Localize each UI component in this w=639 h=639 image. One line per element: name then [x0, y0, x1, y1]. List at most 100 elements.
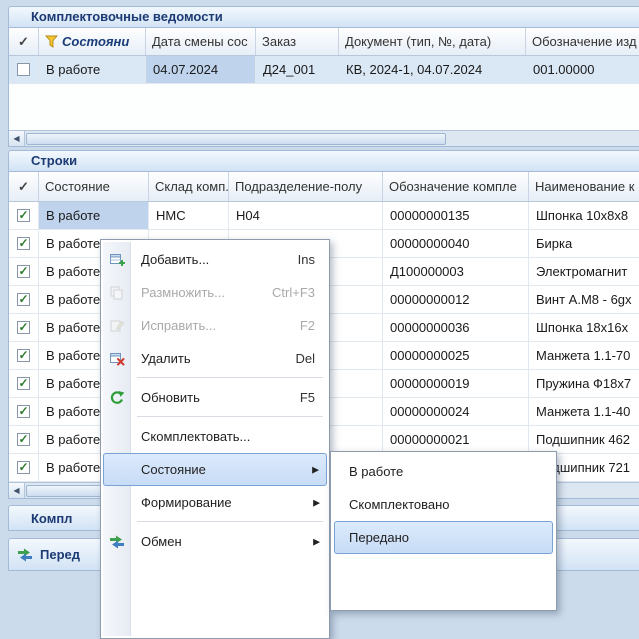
- column-header-designation[interactable]: Обозначение изд: [526, 28, 639, 55]
- menu-item-label: Передано: [349, 530, 409, 545]
- row-select-cell: ✓: [9, 342, 39, 370]
- column-header-order[interactable]: Заказ: [256, 28, 339, 55]
- select-all-column-header[interactable]: ✓: [9, 28, 39, 55]
- exchange-icon: [109, 534, 125, 550]
- state-submenu: В работе Скомплектовано Передано: [330, 451, 557, 611]
- check-icon: ✓: [18, 237, 28, 249]
- cell-designation[interactable]: 00000000024: [383, 398, 529, 426]
- menu-item-duplicate: Размножить... Ctrl+F3: [103, 276, 327, 309]
- cell-designation[interactable]: 00000000040: [383, 230, 529, 258]
- panel-header-vedomosti[interactable]: Комплектовочные ведомости: [8, 6, 639, 28]
- vedomosti-horizontal-scrollbar[interactable]: ◀: [9, 130, 639, 146]
- column-header-label: Состояние: [45, 179, 110, 194]
- menu-item-refresh[interactable]: Обновить F5: [103, 381, 327, 414]
- submenu-item-v-rabote[interactable]: В работе: [334, 455, 553, 488]
- row-checkbox-checked[interactable]: ✓: [17, 237, 30, 250]
- cell-name[interactable]: Винт А.М8 - 6gх: [529, 286, 639, 314]
- menu-separator: [137, 416, 323, 417]
- column-header-document[interactable]: Документ (тип, №, дата): [339, 28, 526, 55]
- row-select-cell: ✓: [9, 314, 39, 342]
- cell-name[interactable]: Манжета 1.1-70: [529, 342, 639, 370]
- row-select-cell: [9, 56, 39, 84]
- cell-name[interactable]: Шпонка 18x16x: [529, 314, 639, 342]
- cell-name[interactable]: Электромагнит: [529, 258, 639, 286]
- menu-item-shortcut: Del: [295, 351, 315, 366]
- cell-document[interactable]: КВ, 2024-1, 04.07.2024: [339, 56, 526, 84]
- menu-item-label: Удалить: [141, 351, 191, 366]
- row-checkbox-checked[interactable]: ✓: [17, 265, 30, 278]
- submenu-item-peredano[interactable]: Передано: [334, 521, 553, 554]
- row-checkbox-checked[interactable]: ✓: [17, 405, 30, 418]
- cell-name[interactable]: Пружина Ф18х7: [529, 370, 639, 398]
- row-select-cell: ✓: [9, 370, 39, 398]
- column-header-label: Обозначение компле: [389, 179, 517, 194]
- scrollbar-thumb[interactable]: [26, 133, 446, 145]
- column-header-state[interactable]: Состояние: [39, 172, 149, 201]
- cell-name[interactable]: Бирка: [529, 230, 639, 258]
- panel-header-stroki[interactable]: Строки: [8, 150, 639, 172]
- cell-designation[interactable]: 00000000012: [383, 286, 529, 314]
- menu-item-obmen[interactable]: Обмен ▶: [103, 525, 327, 558]
- cell-department[interactable]: Н04: [229, 202, 383, 230]
- row-checkbox-checked[interactable]: ✓: [17, 321, 30, 334]
- cell-designation[interactable]: 001.00000: [526, 56, 639, 84]
- cell-date-focused[interactable]: 04.07.2024: [146, 56, 256, 84]
- cell-state-focused[interactable]: В работе: [39, 202, 149, 230]
- menu-item-delete[interactable]: Удалить Del: [103, 342, 327, 375]
- refresh-icon: [109, 390, 125, 406]
- column-header-designation[interactable]: Обозначение компле: [383, 172, 529, 201]
- panel-title-stroki: Строки: [31, 153, 77, 168]
- row-select-cell: ✓: [9, 230, 39, 258]
- menu-item-add[interactable]: Добавить... Ins: [103, 243, 327, 276]
- column-header-warehouse[interactable]: Склад комп.: [149, 172, 229, 201]
- menu-item-skomplektovat[interactable]: Скомплектовать...: [103, 420, 327, 453]
- menu-item-label: Обмен: [141, 534, 182, 549]
- menu-item-sostoyanie[interactable]: Состояние ▶: [103, 453, 327, 486]
- submenu-item-skomplektovano[interactable]: Скомплектовано: [334, 488, 553, 521]
- column-header-state[interactable]: Состояни: [39, 28, 146, 55]
- cell-designation[interactable]: 00000000021: [383, 426, 529, 454]
- context-menu: Добавить... Ins Размножить... Ctrl+F3 Ис…: [100, 239, 330, 639]
- vedomosti-header-row: ✓ Состояни Дата смены сос Заказ Документ…: [9, 28, 639, 56]
- column-header-name[interactable]: Наименование к: [529, 172, 639, 201]
- menu-item-formirovanie[interactable]: Формирование ▶: [103, 486, 327, 519]
- menu-item-label: Добавить...: [141, 252, 209, 267]
- menu-separator: [137, 521, 323, 522]
- cell-name[interactable]: Шпонка 10x8x8: [529, 202, 639, 230]
- vedomosti-row[interactable]: В работе 04.07.2024 Д24_001 КВ, 2024-1, …: [9, 56, 639, 84]
- row-checkbox-unchecked[interactable]: [17, 63, 30, 76]
- row-checkbox-checked[interactable]: ✓: [17, 377, 30, 390]
- row-select-cell: ✓: [9, 202, 39, 230]
- cell-warehouse[interactable]: НМС: [149, 202, 229, 230]
- column-header-date[interactable]: Дата смены сос: [146, 28, 256, 55]
- row-select-cell: ✓: [9, 258, 39, 286]
- row-checkbox-checked[interactable]: ✓: [17, 209, 30, 222]
- column-header-department[interactable]: Подразделение-полу: [229, 172, 383, 201]
- cell-name[interactable]: Подшипник 462: [529, 426, 639, 454]
- cell-state[interactable]: В работе: [39, 56, 146, 84]
- scroll-left-button[interactable]: ◀: [9, 131, 25, 146]
- scroll-left-button[interactable]: ◀: [9, 483, 25, 498]
- delete-icon: [109, 351, 125, 367]
- menu-item-label: В работе: [349, 464, 403, 479]
- cell-designation[interactable]: 00000000019: [383, 370, 529, 398]
- check-icon: ✓: [18, 293, 28, 305]
- check-icon: ✓: [18, 405, 28, 417]
- select-all-column-header[interactable]: ✓: [9, 172, 39, 201]
- row-checkbox-checked[interactable]: ✓: [17, 461, 30, 474]
- cell-designation[interactable]: 00000000025: [383, 342, 529, 370]
- menu-item-shortcut: F5: [300, 390, 315, 405]
- panel-title-peredacha: Перед: [40, 547, 80, 562]
- cell-name[interactable]: Манжета 1.1-40: [529, 398, 639, 426]
- column-header-label: Склад комп.: [155, 179, 229, 194]
- cell-designation[interactable]: 00000000036: [383, 314, 529, 342]
- stroki-row-1[interactable]: ✓ В работе НМС Н04 00000000135 Шпонка 10…: [9, 202, 639, 230]
- cell-order[interactable]: Д24_001: [256, 56, 339, 84]
- cell-designation[interactable]: Д100000003: [383, 258, 529, 286]
- cell-designation[interactable]: 00000000135: [383, 202, 529, 230]
- row-checkbox-checked[interactable]: ✓: [17, 433, 30, 446]
- row-checkbox-checked[interactable]: ✓: [17, 293, 30, 306]
- menu-item-shortcut: F2: [300, 318, 315, 333]
- menu-item-label: Исправить...: [141, 318, 216, 333]
- row-checkbox-checked[interactable]: ✓: [17, 349, 30, 362]
